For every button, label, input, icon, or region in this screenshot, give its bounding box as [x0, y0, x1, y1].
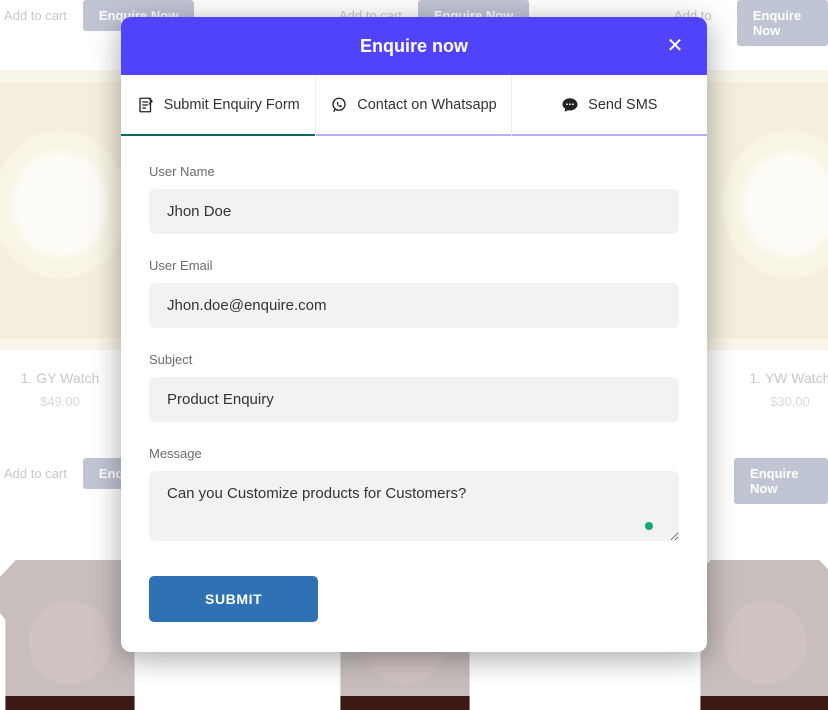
username-input[interactable]: [149, 189, 679, 234]
email-label: User Email: [149, 258, 679, 273]
tab-sms[interactable]: Send SMS: [512, 75, 707, 135]
email-input[interactable]: [149, 283, 679, 328]
close-button[interactable]: ✕: [661, 31, 689, 59]
form-icon: [137, 96, 155, 114]
message-label: Message: [149, 446, 679, 461]
tab-label: Submit Enquiry Form: [164, 97, 300, 113]
tab-label: Contact on Whatsapp: [357, 97, 496, 113]
status-dot-icon: [645, 522, 653, 530]
modal-tabs: Submit Enquiry Form Contact on Whatsapp …: [121, 75, 707, 136]
enquiry-form: User Name User Email Subject Message SUB…: [121, 136, 707, 652]
close-icon: ✕: [667, 33, 684, 58]
subject-label: Subject: [149, 352, 679, 367]
whatsapp-icon: [330, 96, 348, 114]
modal-header: Enquire now ✕: [121, 17, 707, 75]
tab-whatsapp[interactable]: Contact on Whatsapp: [316, 75, 511, 135]
tab-label: Send SMS: [588, 97, 657, 113]
modal-title: Enquire now: [360, 36, 468, 57]
tab-submit-enquiry[interactable]: Submit Enquiry Form: [121, 75, 316, 135]
sms-icon: [561, 96, 579, 114]
username-label: User Name: [149, 164, 679, 179]
enquire-modal: Enquire now ✕ Submit Enquiry Form: [121, 17, 707, 652]
message-textarea[interactable]: [149, 471, 679, 541]
submit-button[interactable]: SUBMIT: [149, 576, 318, 622]
subject-input[interactable]: [149, 377, 679, 422]
